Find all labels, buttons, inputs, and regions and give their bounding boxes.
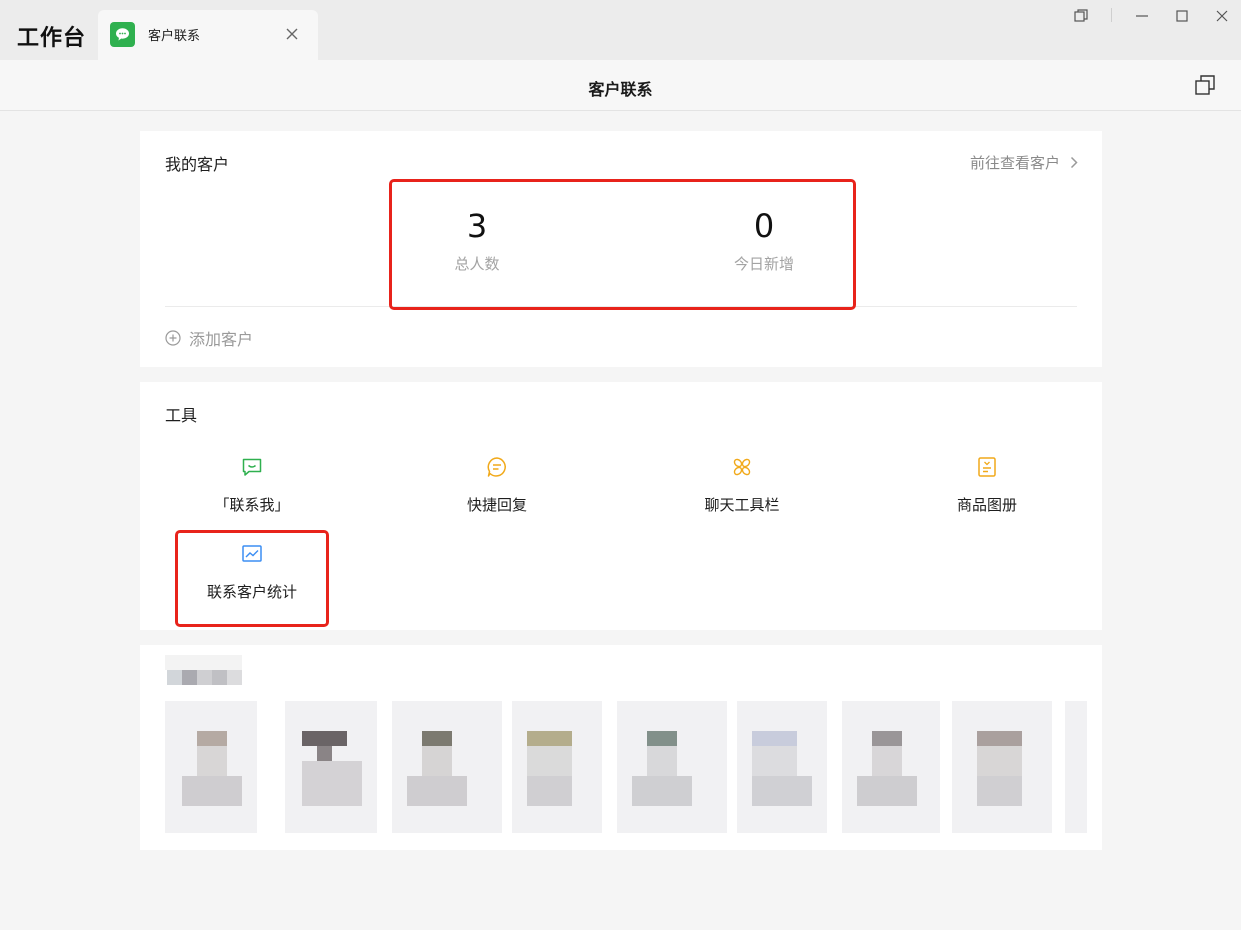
tools-card: 工具 「联系我」 快捷回复 聊天工具栏 商品图册 联系客户统计 xyxy=(140,382,1102,630)
tool-product-catalog-label: 商品图册 xyxy=(956,496,1017,514)
stat-total-value: 3 xyxy=(466,207,488,245)
stat-total-label: 总人数 xyxy=(454,255,500,273)
app-title: 工作台 xyxy=(17,26,87,51)
tool-contact-statistics[interactable]: 联系客户统计 xyxy=(152,543,352,602)
tool-chat-toolbar[interactable]: 聊天工具栏 xyxy=(642,456,842,515)
add-customer-label: 添加客户 xyxy=(189,330,254,349)
maximize-icon[interactable] xyxy=(1173,7,1191,25)
pixelated-thumbnail[interactable] xyxy=(392,701,502,833)
page-header: 客户联系 xyxy=(0,60,1241,111)
stat-today-new-value: 0 xyxy=(753,207,775,245)
tools-title: 工具 xyxy=(165,406,198,425)
quick-reply-icon xyxy=(487,457,506,477)
pixelated-thumbnail[interactable] xyxy=(617,701,727,833)
add-customer-button[interactable]: 添加客户 xyxy=(165,326,253,350)
pixelated-thumbnail[interactable] xyxy=(842,701,940,833)
pixelated-thumbnail[interactable] xyxy=(737,701,827,833)
chart-icon xyxy=(242,545,262,562)
restore-icon[interactable] xyxy=(1072,7,1090,25)
chat-smile-icon xyxy=(242,458,262,476)
stat-total[interactable]: 3 总人数 xyxy=(397,207,557,274)
pixelated-thumbnail[interactable] xyxy=(512,701,602,833)
tool-contact-me[interactable]: 「联系我」 xyxy=(152,456,352,515)
tool-quick-reply-label: 快捷回复 xyxy=(466,496,527,514)
tool-product-catalog[interactable]: 商品图册 xyxy=(887,456,1087,515)
tool-contact-me-label: 「联系我」 xyxy=(214,496,290,514)
title-bar: 工作台 客户联系 xyxy=(0,0,1241,60)
divider xyxy=(165,306,1077,307)
tool-contact-statistics-label: 联系客户统计 xyxy=(206,583,297,601)
stat-today-new-label: 今日新增 xyxy=(733,255,794,273)
tab-customer-contact[interactable]: 客户联系 xyxy=(98,10,318,60)
close-icon[interactable] xyxy=(284,26,300,42)
window-control-separator xyxy=(1111,8,1112,22)
add-circle-icon xyxy=(165,330,181,346)
view-customers-label: 前往查看客户 xyxy=(969,154,1060,172)
my-customers-card: 我的客户 前往查看客户 3 总人数 0 今日新增 添加客户 xyxy=(140,131,1102,367)
pixelated-thumbnail[interactable] xyxy=(165,701,257,833)
tool-chat-toolbar-label: 聊天工具栏 xyxy=(704,496,780,514)
popout-window-icon[interactable] xyxy=(1194,74,1216,96)
stat-today-new[interactable]: 0 今日新增 xyxy=(684,207,844,274)
pixelated-section-title xyxy=(165,655,242,685)
window-close-icon[interactable] xyxy=(1213,7,1231,25)
tool-quick-reply[interactable]: 快捷回复 xyxy=(397,456,597,515)
tab-label: 客户联系 xyxy=(148,29,201,44)
pixelated-thumbnail[interactable] xyxy=(285,701,377,833)
pixelated-thumbnail[interactable] xyxy=(952,701,1052,833)
my-customers-title: 我的客户 xyxy=(165,155,230,174)
chevron-right-icon xyxy=(1070,156,1078,169)
catalog-icon xyxy=(978,457,996,477)
toolbar-icon xyxy=(733,458,751,476)
view-customers-link[interactable]: 前往查看客户 xyxy=(970,152,1078,173)
minimize-icon[interactable] xyxy=(1133,7,1151,25)
pixelated-thumbnail[interactable] xyxy=(1065,701,1087,833)
page-title: 客户联系 xyxy=(588,80,653,99)
moments-card xyxy=(140,645,1102,850)
wechat-chat-icon xyxy=(110,22,135,47)
